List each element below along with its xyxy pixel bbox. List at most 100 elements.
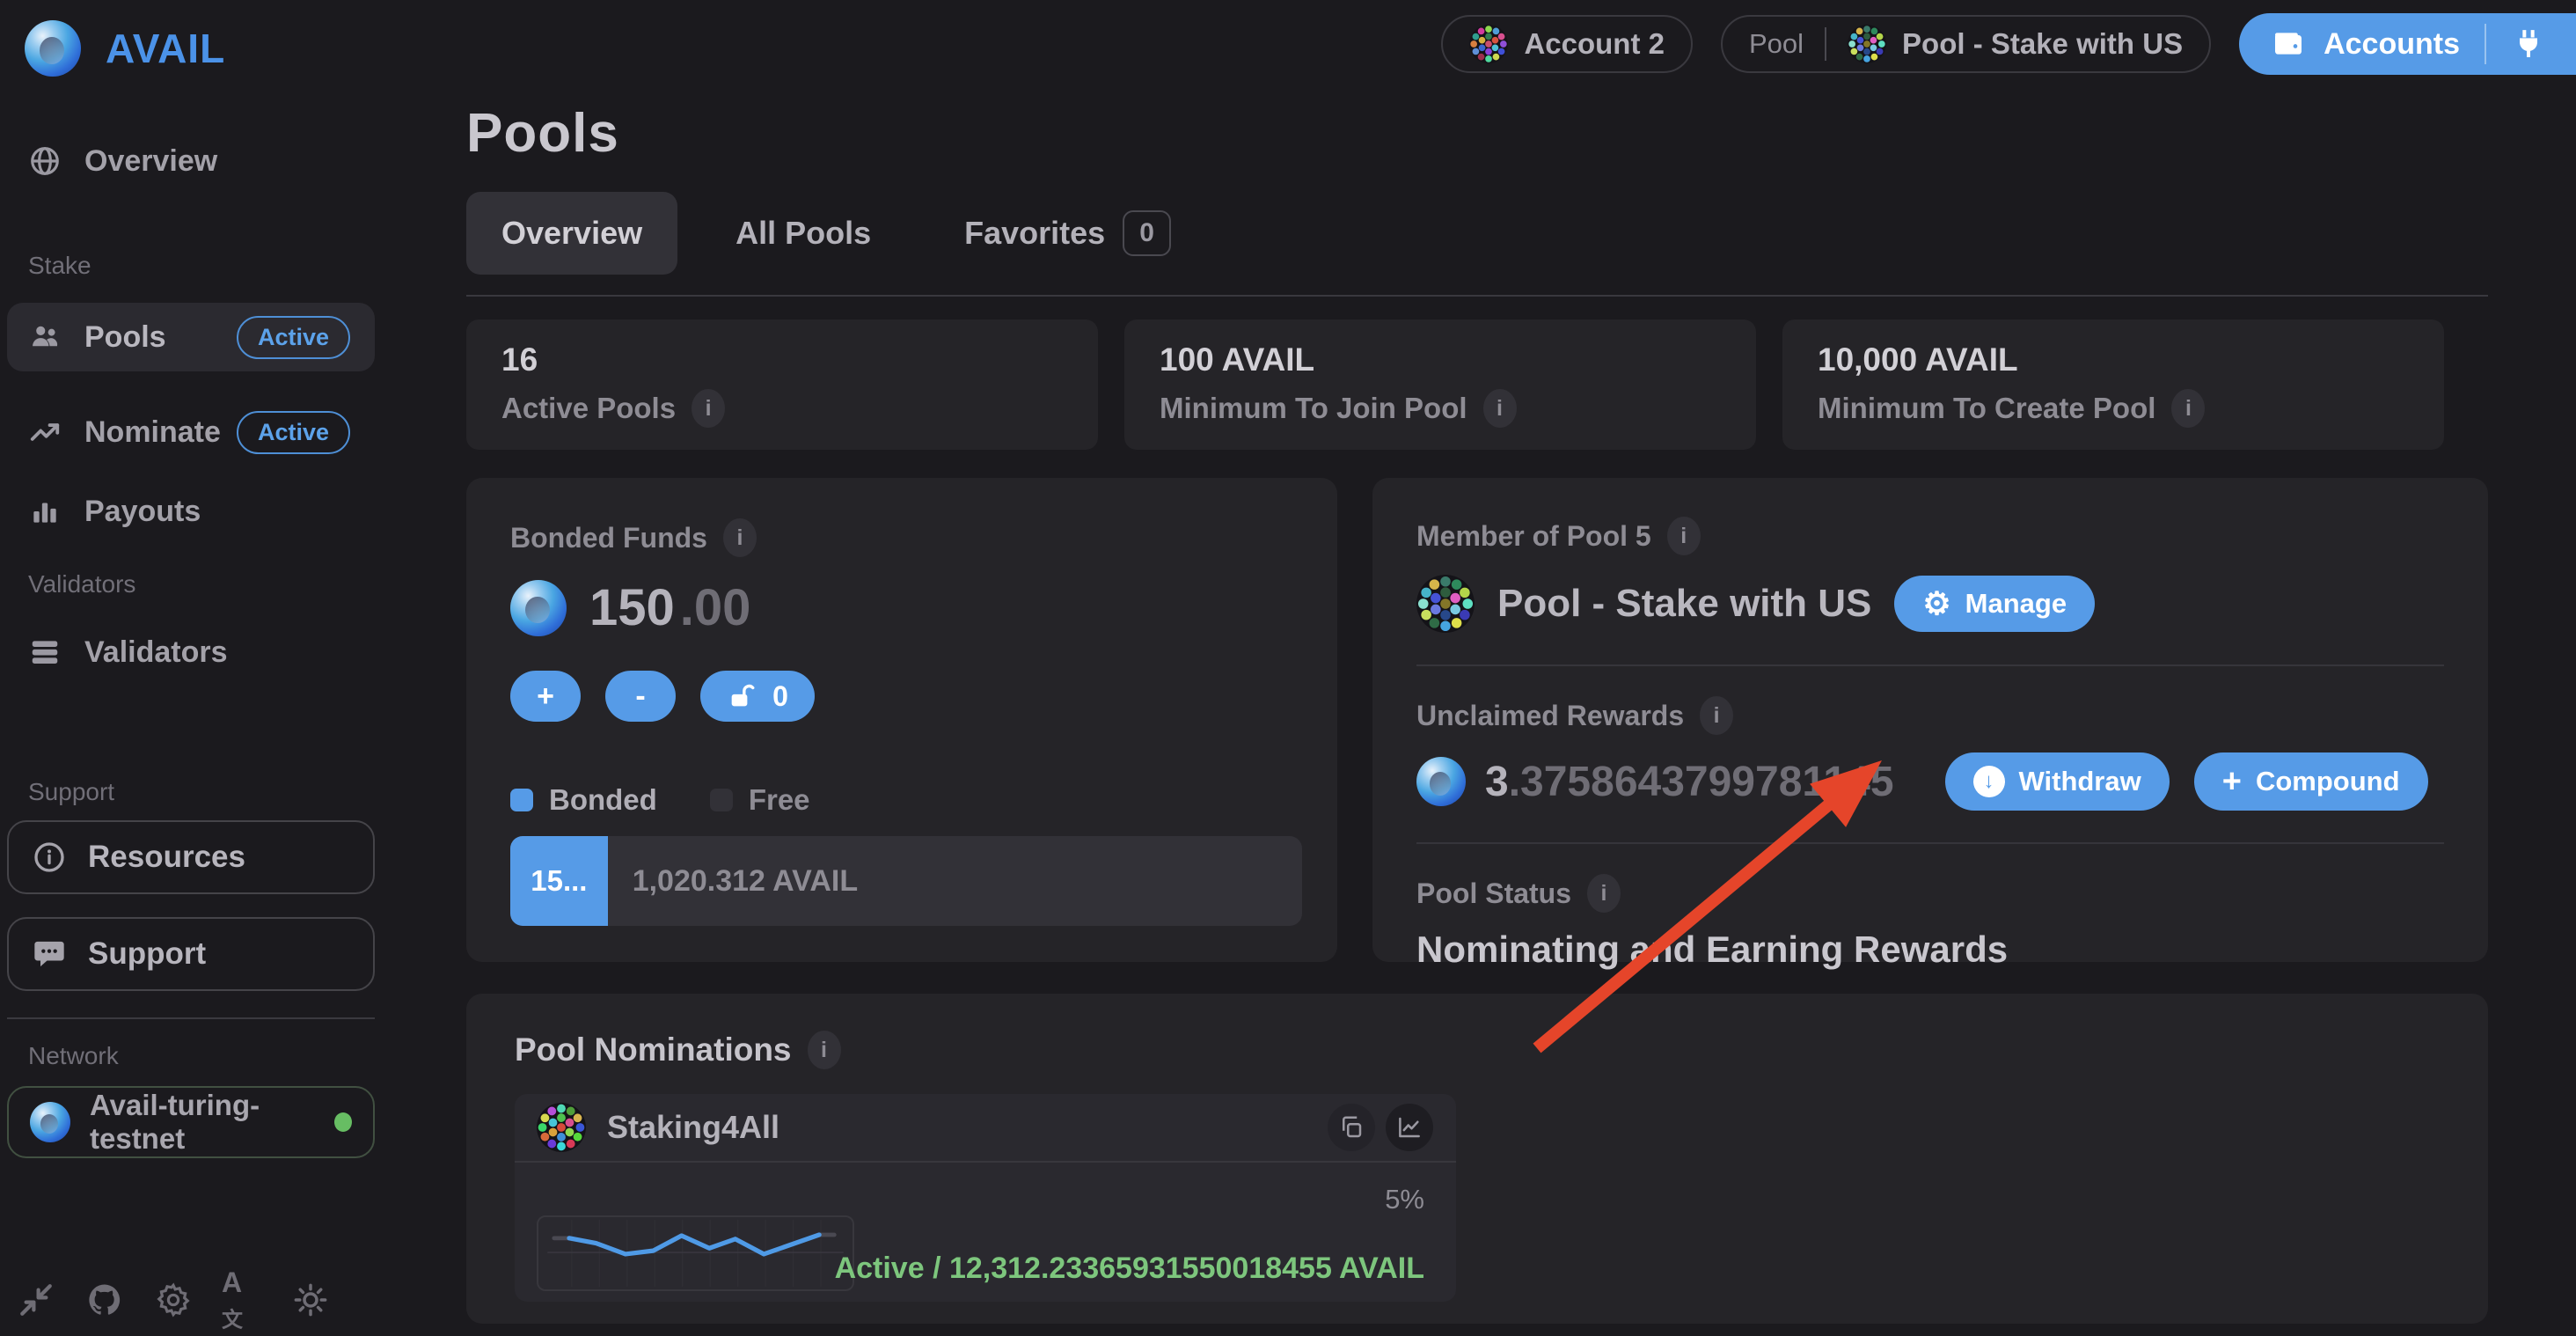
- validator-name: Staking4All: [607, 1109, 779, 1146]
- github-icon[interactable]: [84, 1280, 125, 1320]
- brand-name: AVAIL: [106, 25, 225, 72]
- stat-value: 100 AVAIL: [1160, 341, 1721, 378]
- compound-button-label: Compound: [2256, 766, 2400, 797]
- sidebar-item-nominate[interactable]: Nominate Active: [7, 398, 375, 466]
- support-button[interactable]: Support: [7, 917, 375, 991]
- stat-label: Active Pools: [501, 392, 676, 425]
- language-icon[interactable]: A文: [222, 1280, 262, 1320]
- tab-label: All Pools: [735, 215, 871, 252]
- collapse-icon[interactable]: [16, 1280, 56, 1320]
- sidebar-item-pools[interactable]: Pools Active: [7, 303, 375, 371]
- main-content: Account 2 Pool Pool - Stake with US Acco…: [444, 0, 2576, 1336]
- account-pill[interactable]: Account 2: [1441, 15, 1693, 73]
- sidebar-item-overview[interactable]: Overview: [7, 127, 375, 195]
- plus-icon: +: [2222, 765, 2242, 798]
- wallet-icon: [2271, 26, 2306, 62]
- reward-amount-int: 3: [1485, 758, 1509, 806]
- info-icon[interactable]: i: [1700, 696, 1733, 735]
- sidebar-item-label: Validators: [84, 635, 228, 670]
- info-icon[interactable]: i: [1667, 517, 1701, 555]
- unlock-icon: [727, 681, 757, 711]
- sidebar-section-stake: Stake: [28, 252, 444, 280]
- pool-pill[interactable]: Pool Pool - Stake with US: [1721, 15, 2211, 73]
- pill-divider: [1825, 27, 1826, 61]
- withdraw-button-label: Withdraw: [2019, 766, 2141, 797]
- info-icon[interactable]: i: [2171, 389, 2205, 428]
- theme-icon[interactable]: [290, 1280, 331, 1320]
- manage-button[interactable]: ⚙ Manage: [1894, 576, 2095, 632]
- unlocks-count: 0: [772, 680, 788, 713]
- stat-value: 16: [501, 341, 1063, 378]
- info-icon[interactable]: i: [1587, 874, 1621, 913]
- sidebar-item-label: Overview: [84, 144, 217, 179]
- bond-remove-button[interactable]: -: [605, 671, 676, 722]
- pool-identicon: [1416, 575, 1475, 633]
- globe-icon: [28, 144, 62, 178]
- info-icon[interactable]: i: [1483, 389, 1517, 428]
- server-icon: [28, 635, 62, 669]
- info-icon[interactable]: i: [808, 1031, 841, 1069]
- info-icon[interactable]: i: [723, 518, 757, 557]
- avail-token-icon: [510, 580, 567, 636]
- bar-chart-icon: [28, 495, 62, 528]
- free-bar-label: 1,020.312 AVAIL: [608, 836, 858, 926]
- sidebar-divider: [7, 1017, 375, 1019]
- free-swatch: [710, 789, 733, 811]
- sidebar-section-network: Network: [28, 1042, 444, 1070]
- commission-label: 5%: [1385, 1184, 1424, 1215]
- validator-identicon: [537, 1103, 586, 1152]
- free-legend-label: Free: [749, 783, 810, 817]
- chat-icon: [32, 936, 67, 972]
- tab-label: Favorites: [964, 215, 1105, 252]
- network-status-dot: [334, 1112, 352, 1132]
- copy-address-button[interactable]: [1328, 1104, 1375, 1151]
- info-icon[interactable]: i: [692, 389, 725, 428]
- stats-row: 16 Active Pools i 100 AVAIL Minimum To J…: [466, 319, 2576, 450]
- nominations-title: Pool Nominations: [515, 1031, 792, 1068]
- resources-button[interactable]: Resources: [7, 820, 375, 894]
- sidebar: AVAIL Overview Stake Pools Active Nomina…: [0, 0, 444, 1336]
- network-name: Avail-turing-testnet: [90, 1089, 334, 1156]
- stat-label: Minimum To Join Pool: [1160, 392, 1467, 425]
- sidebar-item-payouts[interactable]: Payouts: [7, 477, 375, 546]
- compound-button[interactable]: + Compound: [2194, 752, 2428, 811]
- card-divider: [1416, 664, 2444, 666]
- accounts-button[interactable]: Accounts: [2239, 13, 2576, 75]
- network-selector[interactable]: Avail-turing-testnet: [7, 1086, 375, 1158]
- sparkline-chart: [537, 1215, 854, 1291]
- metrics-button[interactable]: [1386, 1104, 1433, 1151]
- bond-legend: Bonded Free: [510, 783, 1298, 817]
- sidebar-item-validators[interactable]: Validators: [7, 618, 375, 686]
- bond-add-button[interactable]: +: [510, 671, 581, 722]
- active-badge: Active: [237, 316, 350, 359]
- unlocks-button[interactable]: 0: [700, 671, 815, 722]
- account-pill-label: Account 2: [1524, 27, 1665, 61]
- bonded-legend-label: Bonded: [549, 783, 657, 817]
- bonded-amount-dec: .00: [680, 578, 751, 637]
- brand: AVAIL: [25, 19, 444, 77]
- sidebar-section-validators: Validators: [28, 570, 444, 598]
- tab-favorites[interactable]: Favorites 0: [929, 187, 1206, 279]
- sidebar-section-support: Support: [28, 778, 444, 806]
- arrow-down-circle-icon: ↓: [1973, 766, 2005, 797]
- sidebar-item-label: Nominate: [84, 415, 221, 450]
- tabs-divider: [466, 295, 2488, 297]
- unclaimed-title: Unclaimed Rewards: [1416, 700, 1684, 732]
- active-bond-label: Active / 12,312.23365931550018455 AVAIL: [835, 1252, 1424, 1286]
- users-icon: [28, 320, 62, 354]
- line-chart-icon: [1396, 1114, 1423, 1141]
- tab-all-pools[interactable]: All Pools: [700, 192, 906, 275]
- settings-icon[interactable]: [153, 1280, 194, 1320]
- pool-status-text: Nominating and Earning Rewards: [1416, 929, 2444, 971]
- withdraw-button[interactable]: ↓ Withdraw: [1945, 752, 2170, 811]
- stat-card-min-create: 10,000 AVAIL Minimum To Create Pool i: [1782, 319, 2444, 450]
- topbar: Account 2 Pool Pool - Stake with US Acco…: [466, 12, 2576, 76]
- network-logo: [30, 1102, 70, 1142]
- sidebar-item-label: Pools: [84, 320, 166, 355]
- account-identicon: [1469, 25, 1508, 63]
- plug-icon[interactable]: [2511, 26, 2571, 62]
- favorites-count-badge: 0: [1123, 210, 1171, 256]
- tabs: Overview All Pools Favorites 0: [466, 187, 2576, 279]
- tab-overview[interactable]: Overview: [466, 192, 677, 275]
- active-badge: Active: [237, 411, 350, 454]
